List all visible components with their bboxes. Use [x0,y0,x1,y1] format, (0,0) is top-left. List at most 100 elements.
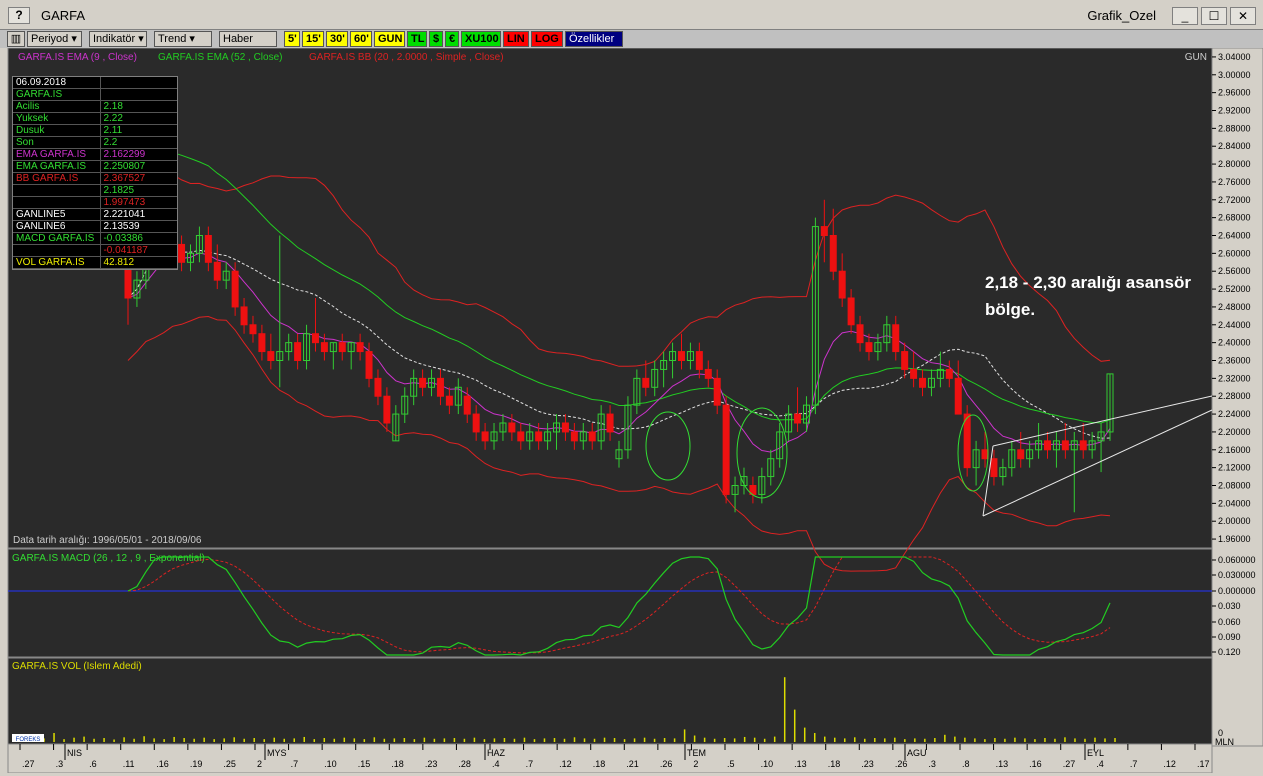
x-tick-day: .23 [861,759,874,769]
chart-svg: 3.04000 3.00000 2.96000 2.92000 2.88000 2.840… [7,47,1263,774]
info-value: 2.18 [103,101,123,112]
volume-axis-label: MLN [1215,737,1234,747]
info-value: 1.997473 [103,197,146,208]
toolbar-button-0[interactable]: Periyod ▾ [27,31,82,47]
candle-body [642,377,650,388]
info-row: -0.041187 [13,245,177,257]
candle-body [606,413,614,433]
toolbar-button-6[interactable]: 30' [326,31,348,47]
x-tick-month: NIS [67,748,82,758]
x-tick-month: MYS [267,748,287,758]
candle-body [1017,449,1025,460]
x-tick-day: 2 [257,759,262,769]
window-title: GARFA [41,8,86,23]
candle-body [954,377,962,415]
toolbar-button-2[interactable]: Trend ▾ [154,31,212,47]
legend-ema52: GARFA.IS EMA (52 , Close) [158,52,282,63]
candle-body [213,261,221,281]
toolbar-button-7[interactable]: 60' [350,31,372,47]
candle-body [311,333,319,344]
y-tick-label: 2.36000 [1218,356,1251,366]
candle-body [561,422,569,433]
help-button[interactable]: ? [8,7,30,24]
candle-body [981,449,989,460]
info-key: Acilis [13,101,102,112]
y-tick-label: 2.16000 [1218,445,1251,455]
candle-body [570,431,578,442]
legend-bb: GARFA.IS BB (20 , 2.0000 , Simple , Clos… [309,52,504,63]
candle-body [892,324,900,353]
x-tick-month: HAZ [487,748,506,758]
x-tick-day: .7 [291,759,299,769]
toolbar-button-15[interactable]: Özellikler [565,31,623,47]
toolbar-button-4[interactable]: 5' [284,31,300,47]
x-tick-day: .10 [324,759,337,769]
info-key [13,197,102,208]
info-value: 2.1825 [103,185,135,196]
candle-body [1061,440,1069,451]
x-tick-day: .7 [1130,759,1138,769]
candle-body [865,342,873,353]
y-tick-label: 2.20000 [1218,427,1251,437]
macd-tick-label: 0.060000 [1218,555,1256,565]
close-button[interactable]: ✕ [1230,7,1256,25]
toolbar-button-5[interactable]: 15' [302,31,324,47]
info-row: GANLINE5 2.221041 [13,209,177,221]
toolbar-button-8[interactable]: GUN [374,31,405,47]
y-tick-label: 2.88000 [1218,123,1251,133]
chart-type-icon[interactable]: ▥ [7,31,25,47]
y-tick-label: 2.72000 [1218,195,1251,205]
candle-body [856,324,864,344]
x-tick-day: .4 [492,759,500,769]
y-tick-label: 2.48000 [1218,302,1251,312]
info-value [101,89,177,100]
volume-panel [7,657,1213,745]
macd-tick-label: 0.060 [1218,617,1241,627]
candle-body [517,431,525,442]
info-value: 2.11 [103,125,123,136]
candle-body [436,377,444,397]
info-row: Dusuk 2.11 [13,125,177,137]
candle-body [945,368,953,379]
x-tick-day: .23 [425,759,438,769]
toolbar-button-1[interactable]: Indikatör ▾ [89,31,147,47]
y-tick-label: 2.08000 [1218,481,1251,491]
x-tick-day: .16 [1029,759,1042,769]
x-tick-month: AGU [907,748,927,758]
y-tick-label: 2.92000 [1218,106,1251,116]
info-row: 2.1825 [13,185,177,197]
x-tick-day: .18 [593,759,606,769]
x-tick-day: .17 [1197,759,1210,769]
toolbar-button-9[interactable]: TL [407,31,427,47]
x-tick-day: .26 [895,759,908,769]
toolbar-button-12[interactable]: XU100 [461,31,501,47]
y-tick-label: 2.12000 [1218,463,1251,473]
candle-body [472,413,480,433]
candle-body [695,351,703,370]
y-tick-label: 2.04000 [1218,498,1251,508]
info-row: MACD GARFA.IS -0.03386 [13,233,177,245]
candle-body [535,431,543,442]
candle-body [294,342,302,361]
candle-body [204,235,212,263]
x-tick-month: EYL [1087,748,1104,758]
minimize-button[interactable]: _ [1172,7,1198,25]
toolbar-button-10[interactable]: $ [429,31,443,47]
chart-toolbar: ▥ Periyod ▾ Indikatör ▾ Trend ▾ Haber 5' 15' 3… [0,30,1263,48]
candle-body [963,413,971,469]
maximize-button[interactable]: ☐ [1201,7,1227,25]
candle-body [713,377,721,406]
info-key: GARFA.IS [13,89,102,100]
toolbar-button-11[interactable]: € [445,31,459,47]
toolbar-button-14[interactable]: LOG [531,31,563,47]
macd-tick-label: 0.030000 [1218,570,1256,580]
info-row: 06.09.2018 [13,77,177,89]
candle-body [847,297,855,326]
macd-tick-label: 0.000000 [1218,586,1256,596]
toolbar-button-3[interactable]: Haber [219,31,277,47]
chart-area: 3.04000 3.00000 2.96000 2.92000 2.88000 2.840… [0,47,1263,774]
main-panel [7,47,1213,549]
toolbar-button-13[interactable]: LIN [503,31,529,47]
x-tick-day: .12 [1163,759,1176,769]
x-tick-day: .6 [89,759,97,769]
